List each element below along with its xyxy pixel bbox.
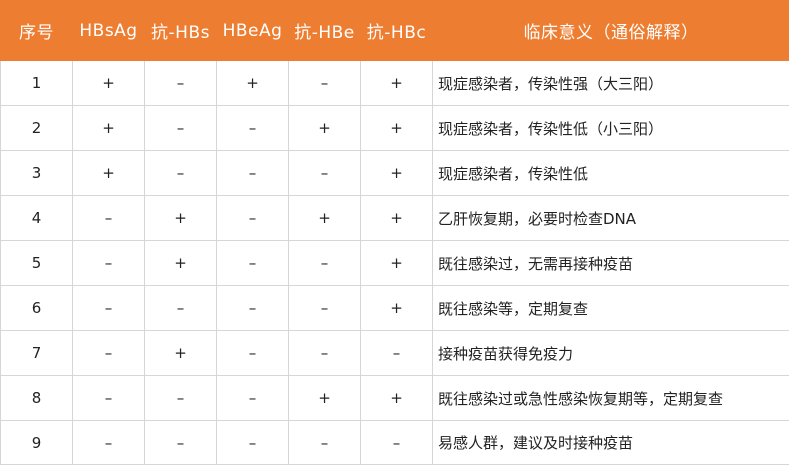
cell-clinical-meaning: 现症感染者，传染性强（大三阳） <box>433 61 789 106</box>
table-row: 5 – + – – + 既往感染过，无需再接种疫苗 <box>1 241 789 286</box>
cell-clinical-meaning: 既往感染过或急性感染恢复期等，定期复查 <box>433 376 789 421</box>
cell-anti-hbe: – <box>289 61 361 106</box>
table-row: 9 – – – – – 易感人群，建议及时接种疫苗 <box>1 421 789 465</box>
cell-hbeag: – <box>217 106 289 151</box>
cell-anti-hbc: + <box>361 241 433 286</box>
cell-anti-hbs: – <box>145 106 217 151</box>
row-number: 9 <box>1 421 73 465</box>
cell-anti-hbc: + <box>361 286 433 331</box>
cell-hbsag: + <box>73 106 145 151</box>
table-row: 7 – + – – – 接种疫苗获得免疫力 <box>1 331 789 376</box>
cell-anti-hbe: – <box>289 421 361 465</box>
cell-anti-hbs: – <box>145 421 217 465</box>
row-number: 7 <box>1 331 73 376</box>
cell-anti-hbs: – <box>145 286 217 331</box>
cell-hbsag: – <box>73 241 145 286</box>
cell-clinical-meaning: 现症感染者，传染性低（小三阳） <box>433 106 789 151</box>
cell-anti-hbe: + <box>289 376 361 421</box>
table-row: 4 – + – + + 乙肝恢复期，必要时检查DNA <box>1 196 789 241</box>
cell-anti-hbs: – <box>145 61 217 106</box>
cell-hbsag: + <box>73 61 145 106</box>
cell-anti-hbs: – <box>145 376 217 421</box>
header-anti-hbe: 抗-HBe <box>289 1 361 61</box>
cell-anti-hbc: + <box>361 61 433 106</box>
row-number: 5 <box>1 241 73 286</box>
cell-anti-hbs: – <box>145 151 217 196</box>
table-row: 3 + – – – + 现症感染者，传染性低 <box>1 151 789 196</box>
header-hbeag: HBeAg <box>217 1 289 61</box>
cell-hbsag: – <box>73 421 145 465</box>
cell-anti-hbe: – <box>289 331 361 376</box>
row-number: 3 <box>1 151 73 196</box>
header-hbsag: HBsAg <box>73 1 145 61</box>
cell-clinical-meaning: 易感人群，建议及时接种疫苗 <box>433 421 789 465</box>
table-row: 6 – – – – + 既往感染等，定期复查 <box>1 286 789 331</box>
cell-anti-hbe: + <box>289 106 361 151</box>
cell-anti-hbc: + <box>361 376 433 421</box>
cell-anti-hbc: – <box>361 421 433 465</box>
hepatitis-b-marker-table: 序号 HBsAg 抗-HBs HBeAg 抗-HBe 抗-HBc 临床意义（通俗… <box>0 0 789 465</box>
header-clinical-meaning: 临床意义（通俗解释） <box>433 1 789 61</box>
row-number: 6 <box>1 286 73 331</box>
cell-anti-hbe: + <box>289 196 361 241</box>
row-number: 1 <box>1 61 73 106</box>
header-anti-hbs: 抗-HBs <box>145 1 217 61</box>
cell-hbeag: – <box>217 151 289 196</box>
cell-anti-hbs: + <box>145 241 217 286</box>
cell-anti-hbs: + <box>145 196 217 241</box>
cell-hbeag: – <box>217 376 289 421</box>
row-number: 2 <box>1 106 73 151</box>
table-row: 8 – – – + + 既往感染过或急性感染恢复期等，定期复查 <box>1 376 789 421</box>
header-number: 序号 <box>1 1 73 61</box>
cell-hbeag: – <box>217 196 289 241</box>
header-anti-hbc: 抗-HBc <box>361 1 433 61</box>
row-number: 4 <box>1 196 73 241</box>
cell-hbeag: – <box>217 331 289 376</box>
table-row: 1 + – + – + 现症感染者，传染性强（大三阳） <box>1 61 789 106</box>
cell-hbsag: – <box>73 286 145 331</box>
cell-anti-hbe: – <box>289 241 361 286</box>
cell-clinical-meaning: 现症感染者，传染性低 <box>433 151 789 196</box>
cell-anti-hbc: + <box>361 196 433 241</box>
table-row: 2 + – – + + 现症感染者，传染性低（小三阳） <box>1 106 789 151</box>
cell-hbeag: – <box>217 286 289 331</box>
cell-clinical-meaning: 接种疫苗获得免疫力 <box>433 331 789 376</box>
cell-hbsag: + <box>73 151 145 196</box>
cell-anti-hbc: + <box>361 106 433 151</box>
header-row: 序号 HBsAg 抗-HBs HBeAg 抗-HBe 抗-HBc 临床意义（通俗… <box>1 1 789 61</box>
cell-anti-hbs: + <box>145 331 217 376</box>
cell-hbsag: – <box>73 331 145 376</box>
cell-clinical-meaning: 既往感染等，定期复查 <box>433 286 789 331</box>
cell-anti-hbe: – <box>289 286 361 331</box>
cell-hbeag: + <box>217 61 289 106</box>
cell-clinical-meaning: 既往感染过，无需再接种疫苗 <box>433 241 789 286</box>
cell-hbsag: – <box>73 196 145 241</box>
cell-anti-hbc: + <box>361 151 433 196</box>
cell-hbsag: – <box>73 376 145 421</box>
cell-hbeag: – <box>217 421 289 465</box>
cell-anti-hbc: – <box>361 331 433 376</box>
cell-clinical-meaning: 乙肝恢复期，必要时检查DNA <box>433 196 789 241</box>
cell-anti-hbe: – <box>289 151 361 196</box>
row-number: 8 <box>1 376 73 421</box>
cell-hbeag: – <box>217 241 289 286</box>
